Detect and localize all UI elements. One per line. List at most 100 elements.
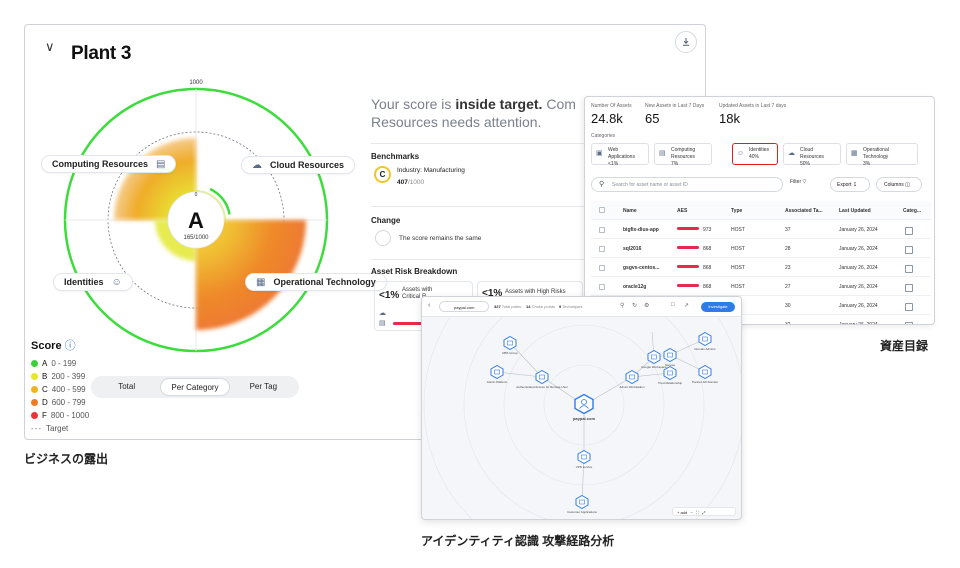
risk-title: Asset Risk Breakdown	[371, 267, 458, 276]
graph-node-label: Trust Relationship	[657, 381, 683, 385]
category-card-identities[interactable]: ☺ Identities 40%	[732, 143, 778, 165]
row-checkbox[interactable]	[599, 284, 605, 290]
chevron-down-icon[interactable]: ∨	[45, 39, 55, 55]
table-row[interactable]: oracle12g 868 HOST 27 January 26, 2024	[591, 277, 931, 296]
change-text: The score remains the same	[399, 235, 482, 242]
scale-max-label: 1000	[189, 80, 203, 86]
tab-total[interactable]: Total	[93, 378, 160, 396]
graph-node-label: Admin Workstation	[619, 385, 645, 389]
filter-button[interactable]: Filter ▽	[790, 179, 806, 185]
address-field[interactable]: paypal.com	[439, 301, 489, 312]
score-value: 165/1000	[183, 235, 209, 241]
filter-icon: ▽	[802, 179, 807, 185]
share-icon[interactable]: ↗	[684, 302, 689, 309]
change-icon	[375, 230, 391, 246]
graph-node-label: Customer Applications	[567, 510, 597, 514]
search-icon: ⚲	[599, 181, 605, 188]
score-legend: Score ⓘ A0 - 199 B 200 - 399 C 400 - 599 D…	[31, 340, 90, 433]
server-icon: ▤	[156, 158, 166, 170]
graph-node[interactable]	[663, 365, 677, 381]
exposure-radial-chart: A 165/1000 1000 0	[63, 80, 329, 353]
category-card-cloud-resources[interactable]: ☁ Cloud Resources 50%	[783, 143, 841, 167]
tab-per-category[interactable]: Per Category	[160, 378, 230, 396]
row-checkbox[interactable]	[599, 227, 605, 233]
search-icon[interactable]: ⚲	[620, 302, 624, 309]
label-cloud-resources[interactable]: ☁ Cloud Resources	[241, 156, 356, 174]
scale-zero-label: 0	[195, 192, 198, 198]
label-identities[interactable]: Identities ☺	[53, 273, 133, 291]
download-icon: ↧	[852, 182, 858, 188]
asset-catalog-panel: Number Of Assets 24.8k New Assets in Las…	[584, 96, 935, 325]
graph-node[interactable]	[575, 494, 589, 510]
cloud-icon: ☁	[252, 159, 262, 171]
users-icon: ☺	[111, 276, 122, 288]
aes-bar	[677, 227, 699, 230]
export-button[interactable]: Export ↧	[830, 177, 870, 192]
graph-node-label: RBS Group	[502, 351, 518, 355]
view-toggle: Total Per Category Per Tag	[91, 376, 299, 398]
server-icon: ▤	[659, 150, 666, 157]
search-input[interactable]: ⚲ Search for asset name or asset ID	[591, 177, 783, 192]
comment-icon[interactable]: □	[671, 302, 675, 308]
graph-toolbar: ‹ paypal.com 327 Total paths 14 Choke po…	[422, 297, 741, 317]
aes-bar	[677, 246, 699, 249]
ot-icon: ▦	[851, 150, 858, 157]
graph-node[interactable]	[647, 349, 661, 365]
category-card-web-applications[interactable]: ▣ Web Applications <1%	[591, 143, 649, 167]
category-card-computing-resources[interactable]: ▤ Computing Resources 7%	[654, 143, 712, 167]
graph-node[interactable]	[663, 347, 677, 363]
stat-number-of-assets: 24.8k	[591, 111, 623, 126]
graph-node-label: Partner AD Domain	[692, 380, 718, 384]
benchmark-industry: Industry: Manufacturing	[397, 167, 465, 174]
caption-asset-catalog: 資産目録	[880, 339, 929, 353]
center-domain-label: paypal.com	[572, 416, 596, 421]
grade-letter: A	[188, 208, 204, 233]
center-domain-node[interactable]	[574, 393, 594, 415]
graph-node-label: VPN service	[575, 465, 593, 469]
table-row[interactable]: gsgvs-centos... 868 HOST 23 January 26, 2024	[591, 258, 931, 277]
category-icon	[905, 322, 913, 324]
graph-node[interactable]	[535, 369, 549, 385]
table-row[interactable]: bigfix-dius-app 973 HOST 37 January 26, 2024	[591, 220, 931, 239]
columns-icon: ◫	[905, 182, 910, 188]
category-icon	[905, 227, 913, 235]
caption-attack-path: アイデンティティ認識 攻撃経路分析	[421, 534, 615, 548]
aes-bar	[677, 265, 699, 268]
graph-node[interactable]	[698, 331, 712, 347]
graph-node[interactable]	[490, 364, 504, 380]
download-icon	[683, 38, 689, 46]
attack-path-panel: ‹ paypal.com 327 Total paths 14 Choke po…	[421, 296, 742, 520]
aes-bar	[677, 284, 699, 287]
graph-node[interactable]	[503, 335, 517, 351]
caption-business-exposure: ビジネスの露出	[24, 452, 109, 466]
graph-node[interactable]	[577, 449, 591, 465]
download-button[interactable]	[675, 31, 697, 53]
back-icon[interactable]: ‹	[428, 302, 430, 309]
investigate-button[interactable]: Investigate	[701, 302, 735, 312]
gear-icon[interactable]: ⚙	[644, 302, 649, 309]
benchmark-score: 407/1000	[397, 179, 425, 186]
tab-per-tag[interactable]: Per Tag	[230, 378, 297, 396]
category-card-operational-technology[interactable]: ▦ Operational Technology 3%	[846, 143, 918, 167]
table-row[interactable]: sql2016 868 HOST 28 January 26, 2024	[591, 239, 931, 258]
ot-icon: ▦	[256, 276, 266, 288]
zoom-controls[interactable]: + add − ⛶ ⤢	[672, 507, 736, 516]
columns-button[interactable]: Columns ◫	[876, 177, 922, 192]
row-checkbox[interactable]	[599, 246, 605, 252]
refresh-icon[interactable]: ↻	[632, 302, 637, 309]
label-computing-resources[interactable]: Computing Resources ▤	[41, 155, 177, 173]
table-header: Name AES Type Associated Ta... Last Upda…	[591, 201, 931, 220]
graph-node[interactable]	[625, 369, 639, 385]
row-checkbox[interactable]	[599, 265, 605, 271]
graph-node-label: Domain Admins	[694, 347, 716, 351]
stat-updated-assets: 18k	[719, 111, 740, 126]
info-icon[interactable]: ⓘ	[65, 340, 76, 352]
change-title: Change	[371, 216, 401, 225]
category-icon	[905, 246, 913, 254]
category-icon	[905, 303, 913, 311]
label-operational-technology[interactable]: ▦ Operational Technology	[245, 273, 387, 291]
web-icon: ▣	[596, 150, 603, 157]
users-icon: ☺	[737, 150, 745, 157]
category-icon	[905, 265, 913, 273]
graph-node[interactable]	[698, 364, 712, 380]
